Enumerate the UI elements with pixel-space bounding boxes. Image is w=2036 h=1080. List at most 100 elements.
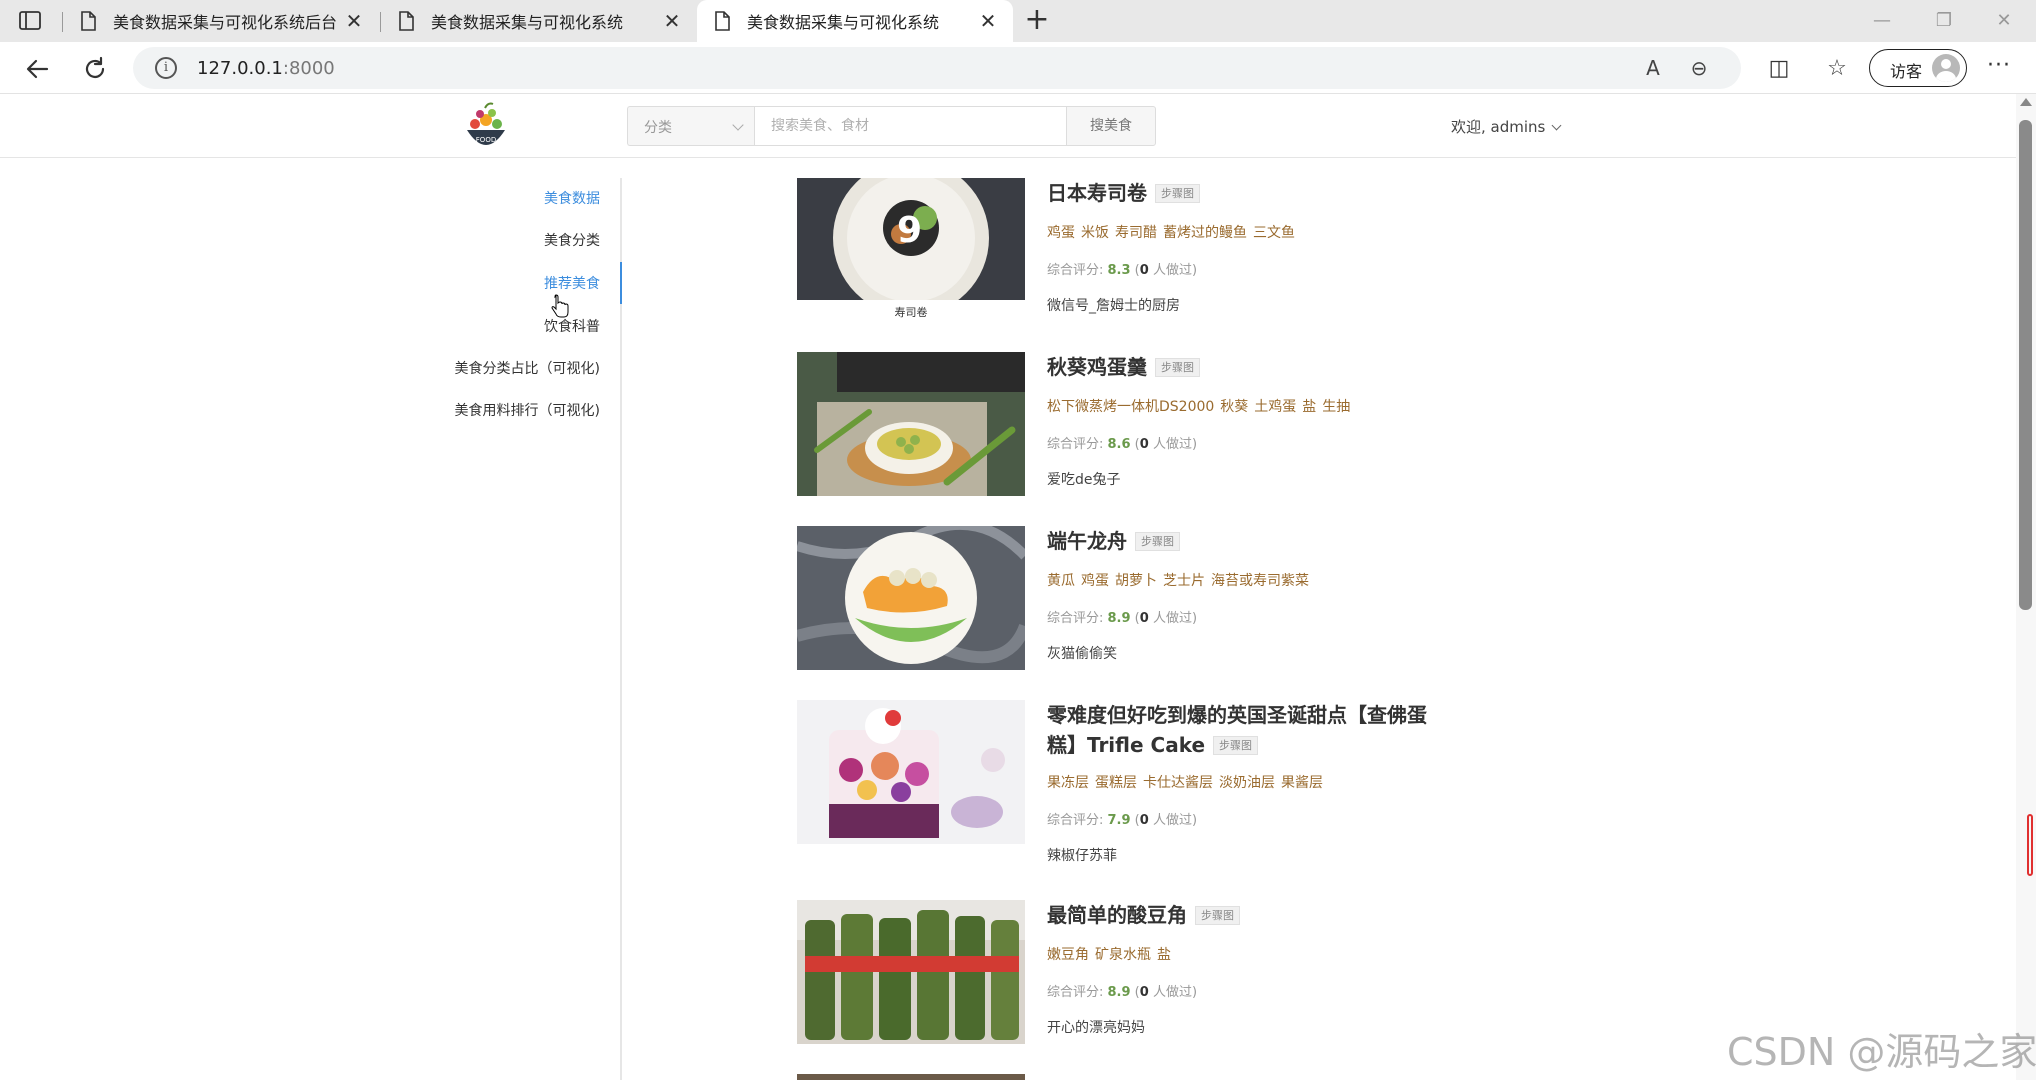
ingredient[interactable]: 秋葵 [1220,399,1248,415]
thumb-caption: 寿司卷 [895,305,928,319]
recipe-title[interactable]: 秋葵鸡蛋羹 步骤图 [1047,352,1200,382]
window-close-icon[interactable]: ✕ [1986,8,2022,34]
recipe-author[interactable]: 辣椒仔苏菲 [1047,845,1117,865]
close-icon[interactable]: ✕ [343,10,365,32]
recipe-title[interactable]: 日本寿司卷 步骤图 [1047,178,1200,208]
welcome-text: 欢迎, admins [1451,118,1546,136]
ingredient[interactable]: 芝士片 [1163,573,1205,589]
recipe-card[interactable]: 最简单的酸豆角 步骤图 嫩豆角 矿泉水瓶盐 综合评分: 8.9 (0 人做过) 开心… [797,900,1497,1074]
close-icon[interactable]: ✕ [977,10,999,32]
tab-title: 美食数据采集与可视化系统 [431,13,624,32]
ingredient[interactable]: 蓄烤过的鳗鱼 [1163,225,1247,241]
ingredient[interactable]: 盐 [1302,399,1316,415]
recipe-image[interactable] [797,1074,1025,1080]
recipe-author[interactable]: 爱吃de兔子 [1047,469,1121,489]
recipe-image[interactable] [797,700,1025,844]
recipe-author[interactable]: 微信号_詹姆士的厨房 [1047,295,1180,315]
food-logo[interactable]: FOOD [463,100,509,152]
restore-icon[interactable]: ❐ [1926,8,1962,34]
scrollbar[interactable] [2016,94,2036,1080]
recipe-title-line2: 糕】Trifle Cake [1047,733,1206,757]
site-info-icon[interactable]: i [155,57,177,79]
ingredient[interactable]: 鸡蛋 [1081,573,1109,589]
recipe-title[interactable]: 端午龙舟 步骤图 [1047,526,1180,556]
sidebar-item-food-data[interactable]: 美食数据 [544,188,600,208]
ingredient[interactable]: 米饭 [1081,225,1109,241]
rating-label: 综合评分: [1047,263,1108,278]
tab-system-1[interactable]: 美食数据采集与可视化系统 ✕ [381,0,697,42]
minimize-icon[interactable]: — [1864,8,1900,34]
document-icon [715,11,730,31]
ingredient[interactable]: 蛋糕层 [1095,775,1137,791]
ingredient[interactable]: 松下微蒸烤一体机DS2000 [1047,399,1214,415]
recipe-image[interactable] [797,526,1025,670]
rating-score: 7.9 [1107,813,1131,828]
rating-label: 综合评分: [1047,813,1108,828]
ingredient-list: 黄瓜 鸡蛋 胡萝卜 芝士片 海苔或寿司紫菜 [1047,570,1315,590]
recipe-author[interactable]: 灰猫偷偷笑 [1047,643,1117,663]
ingredient[interactable]: 盐 [1157,947,1171,963]
split-screen-icon[interactable]: ◫ [1764,54,1794,84]
recipe-image[interactable]: 9 寿司卷 [797,178,1025,322]
ingredient[interactable]: 黄瓜 [1047,573,1075,589]
active-indicator [620,262,622,304]
recipe-image[interactable] [797,352,1025,496]
rating-score: 8.6 [1107,437,1131,452]
tab-title: 美食数据采集与可视化系统后台 [113,13,338,32]
steps-badge: 步骤图 [1195,906,1240,925]
sidebar-item-food-category[interactable]: 美食分类 [544,230,600,250]
ingredient[interactable]: 土鸡蛋 [1254,399,1296,415]
refresh-icon[interactable] [78,52,112,86]
sidebar-item-category-ratio-chart[interactable]: 美食分类占比（可视化) [455,358,600,378]
scroll-up-arrow-icon[interactable] [2020,98,2032,106]
ingredient-list: 嫩豆角 矿泉水瓶盐 [1047,944,1177,964]
ingredient[interactable]: 卡仕达酱层 [1143,775,1213,791]
recipe-image[interactable] [797,900,1025,1044]
favorites-icon[interactable]: ☆ [1822,54,1852,84]
ingredient[interactable]: 矿泉水瓶 [1095,947,1151,963]
close-icon[interactable]: ✕ [661,10,683,32]
more-icon[interactable]: ··· [1984,55,2014,80]
ingredient[interactable]: 生抽 [1322,399,1350,415]
recipe-title-text: 日本寿司卷 [1047,181,1147,205]
user-menu[interactable]: 欢迎, admins [1451,116,1562,137]
ingredient[interactable]: 寿司醋 [1115,225,1157,241]
back-icon[interactable] [20,52,54,86]
new-tab-icon[interactable]: + [1022,5,1052,36]
search-button[interactable]: 搜美食 [1066,106,1156,146]
ingredient[interactable]: 果酱层 [1281,775,1323,791]
ingredient[interactable]: 果冻层 [1047,775,1089,791]
recipe-title-line1: 零难度但好吃到爆的英国圣诞甜点【查佛蛋 [1047,703,1427,727]
recipe-card[interactable]: 端午龙舟 步骤图 黄瓜 鸡蛋 胡萝卜 芝士片 海苔或寿司紫菜 综合评分: 8.9 (0 人… [797,526,1497,700]
recipe-author[interactable]: 开心的漂亮妈妈 [1047,1017,1145,1037]
ingredient[interactable]: 海苔或寿司紫菜 [1211,573,1309,589]
recipe-card[interactable]: 9 寿司卷 日本寿司卷 步骤图 鸡蛋 米饭 寿司醋 蓄烤过的鳗鱼 三文鱼 综合评分: 8.… [797,178,1497,352]
scrollbar-thumb[interactable] [2019,120,2032,610]
zoom-out-icon[interactable]: ⊖ [1685,54,1713,82]
ingredient[interactable]: 三文鱼 [1253,225,1295,241]
tab-actions-icon[interactable] [18,9,44,33]
sidebar-item-recommended[interactable]: 推荐美食 [544,273,600,293]
category-select[interactable]: 分类 [627,106,754,146]
profile-button[interactable]: 访客 [1869,49,1967,87]
sidebar-item-ingredient-ranking-chart[interactable]: 美食用料排行（可视化) [455,400,600,420]
recipe-card[interactable]: 零难度但好吃到爆的英国圣诞甜点【查佛蛋 糕】Trifle Cake 步骤图 果冻层蛋… [797,700,1497,900]
browser-tab-bar: 美食数据采集与可视化系统后台 ✕ 美食数据采集与可视化系统 ✕ 美食数据采集与可… [0,0,2036,42]
search-input[interactable] [754,106,1067,146]
document-icon [81,11,96,31]
recipe-title[interactable]: 零难度但好吃到爆的英国圣诞甜点【查佛蛋 糕】Trifle Cake 步骤图 [1047,700,1467,760]
tab-admin[interactable]: 美食数据采集与可视化系统后台 ✕ [63,0,379,42]
made-prefix: ( [1130,263,1140,278]
url-field[interactable]: i 127.0.0.1:8000 A ⊖ [133,47,1741,89]
recipe-title[interactable]: 最简单的酸豆角 步骤图 [1047,900,1240,930]
steps-badge: 步骤图 [1155,358,1200,377]
read-aloud-icon[interactable]: A [1639,54,1667,82]
ingredient[interactable]: 胡萝卜 [1115,573,1157,589]
made-prefix: ( [1130,437,1140,452]
recipe-card[interactable]: 秋葵鸡蛋羹 步骤图 松下微蒸烤一体机DS2000 秋葵 土鸡蛋盐生抽 综合评分: 8.… [797,352,1497,526]
recipe-card[interactable] [797,1074,1497,1080]
ingredient[interactable]: 嫩豆角 [1047,947,1089,963]
ingredient[interactable]: 鸡蛋 [1047,225,1075,241]
ingredient[interactable]: 淡奶油层 [1219,775,1275,791]
tab-system-2[interactable]: 美食数据采集与可视化系统 ✕ [697,0,1013,42]
